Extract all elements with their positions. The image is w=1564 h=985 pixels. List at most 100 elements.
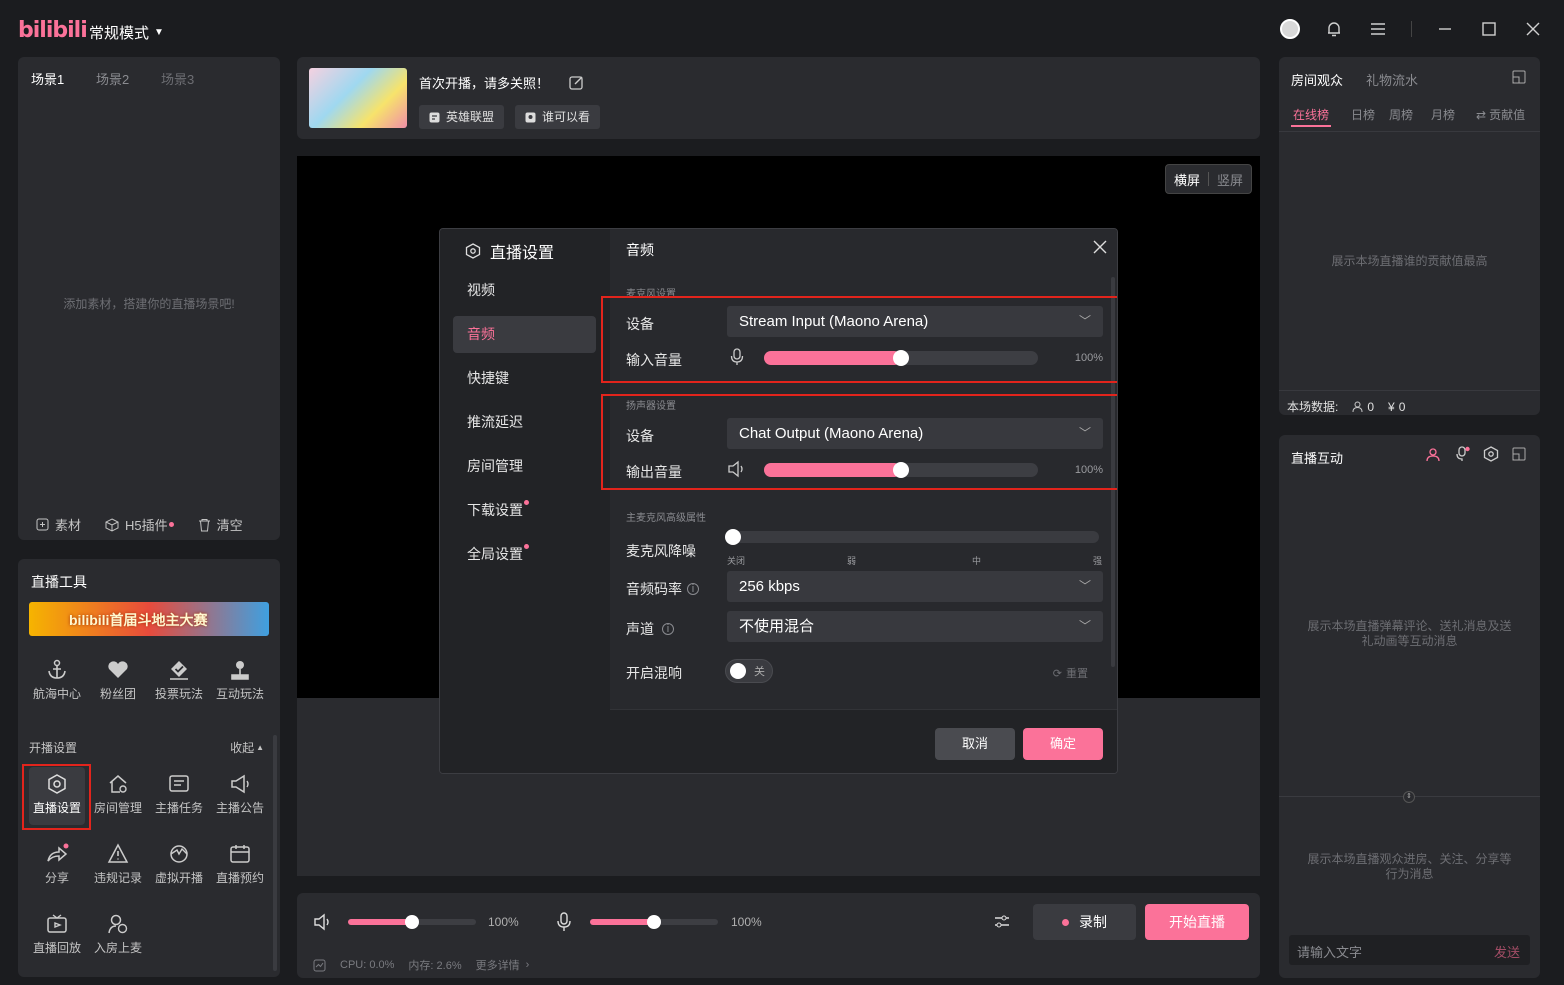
tool-label: 直播设置 [32,801,81,815]
speaker-icon[interactable] [313,913,333,931]
collapse-button[interactable]: 收起 ▲ [230,739,264,756]
send-button[interactable]: 发送 [1494,942,1520,961]
info-icon[interactable]: i [662,623,674,635]
nav-video[interactable]: 视频 [453,272,596,309]
subtab-weekly[interactable]: 周榜 [1389,106,1413,123]
more-details-link[interactable]: 更多详情 › [476,957,530,973]
reset-button[interactable]: ⟳ 重置 [1053,665,1088,681]
chevron-down-icon: ﹀ [1078,314,1091,328]
nav-global-settings[interactable]: 全局设置 [453,536,596,573]
tool-streamer-tasks[interactable]: 主播任务 [149,771,209,816]
tool-join-mic[interactable]: 入房上麦 [88,911,148,956]
mode-dropdown[interactable]: 常规模式 ▼ [89,22,164,43]
sparkle-user-icon[interactable] [1425,446,1441,462]
visibility-tag[interactable]: 谁可以看 [515,105,601,129]
tab-scene-3[interactable]: 场景3 [161,69,194,88]
nav-download-settings[interactable]: 下载设置 [453,492,596,529]
close-icon[interactable] [1093,240,1107,254]
info-icon[interactable]: i [687,583,699,595]
tool-room-manage[interactable]: 房间管理 [88,771,148,816]
caret-down-icon: ▼ [154,27,164,38]
activity-empty-hint: 展示本场直播观众进房、关注、分享等行为消息 [1307,852,1512,881]
caret-up-icon: ▲ [256,743,264,752]
h5-plugin-button[interactable]: H5插件 [105,515,174,534]
tool-live-settings[interactable]: 直播设置 [27,771,87,816]
game-tag-label: 英雄联盟 [446,110,495,124]
bitrate-select[interactable]: 256 kbps ﹀ [727,571,1103,602]
popout-icon[interactable] [1512,70,1526,84]
pane-header: 音频 [626,242,654,258]
tab-gift-flow[interactable]: 礼物流水 [1366,70,1418,89]
tool-interactive-play[interactable]: 互动玩法 [210,657,270,702]
tool-label: 房间管理 [93,801,142,815]
tab-room-audience[interactable]: 房间观众 [1291,70,1343,89]
anchor-icon [27,657,87,683]
output-volume-value: 100% [1074,464,1103,476]
interaction-toolbar [1425,446,1526,462]
revenue-value: 0 [1398,399,1406,414]
menu-icon[interactable] [1367,18,1389,40]
landscape-option[interactable]: 横屏 [1166,170,1208,189]
speaker-volume-slider[interactable] [348,915,476,929]
noise-suppression-slider[interactable] [725,529,1099,545]
slider-knob[interactable] [725,529,741,545]
tool-vote[interactable]: 投票玩法 [149,657,209,702]
tool-violation-record[interactable]: 违规记录 [88,841,148,886]
subtab-monthly[interactable]: 月榜 [1431,106,1455,123]
maximize-icon[interactable] [1478,18,1500,40]
record-button[interactable]: 录制 [1033,904,1136,940]
bitrate-value: 256 kbps [739,578,800,595]
microphone-icon[interactable] [556,912,572,932]
speaker-device-select[interactable]: Chat Output (Maono Arena) ﹀ [727,418,1103,449]
subtab-daily[interactable]: 日榜 [1351,106,1375,123]
confirm-button[interactable]: 确定 [1023,728,1103,760]
mic-device-select[interactable]: Stream Input (Maono Arena) ﹀ [727,306,1103,337]
mic-volume-slider[interactable] [590,915,718,929]
nav-stream-delay[interactable]: 推流延迟 [453,404,596,441]
nav-audio[interactable]: 音频 [453,316,596,353]
nav-label: 全局设置 [467,546,523,562]
chat-input-box[interactable]: 请输入文字 发送 [1289,935,1530,965]
clear-button[interactable]: 清空 [198,515,243,534]
warning-icon [88,841,148,867]
reverb-toggle[interactable]: 关 [725,659,773,683]
tool-fan-club[interactable]: 粉丝团 [88,657,148,702]
tool-virtual-live[interactable]: 虚拟开播 [149,841,209,886]
channel-select[interactable]: 不使用混合 ﹀ [727,611,1103,642]
portrait-option[interactable]: 竖屏 [1209,170,1251,189]
input-volume-slider[interactable] [764,350,1038,366]
nav-hotkeys[interactable]: 快捷键 [453,360,596,397]
add-material-button[interactable]: 素材 [36,515,81,534]
subtab-contribution[interactable]: ⇄ 贡献值 [1476,106,1525,123]
tool-live-reservation[interactable]: 直播预约 [210,841,270,886]
start-live-button[interactable]: 开始直播 [1145,904,1249,940]
stream-cover[interactable] [309,68,407,128]
tool-live-replay[interactable]: 直播回放 [27,911,87,956]
mixer-icon[interactable] [993,913,1011,931]
reset-label: 重置 [1066,668,1088,680]
event-banner[interactable]: bilibili首届斗地主大赛 [29,602,269,636]
minimize-icon[interactable] [1434,18,1456,40]
avatar[interactable] [1279,18,1301,40]
close-icon[interactable] [1522,18,1544,40]
tool-voyage-center[interactable]: 航海中心 [27,657,87,702]
subtab-online[interactable]: 在线榜 [1293,106,1329,123]
tab-scene-2[interactable]: 场景2 [96,69,129,88]
nav-room-manage[interactable]: 房间管理 [453,448,596,485]
tools-scrollbar[interactable] [273,735,277,971]
virtual-avatar-icon [149,841,209,867]
settings-hexagon-icon[interactable] [1483,446,1499,462]
edit-icon[interactable] [569,75,584,90]
resize-handle-icon[interactable]: ⇕ [1403,791,1415,803]
popout-icon[interactable] [1512,447,1526,461]
mic-request-icon[interactable] [1454,446,1470,462]
tool-announcement[interactable]: 主播公告 [210,771,270,816]
bell-icon[interactable] [1323,18,1345,40]
scene-panel: 场景1 场景2 场景3 添加素材，搭建你的直播场景吧! 素材 H5插件 清空 [18,57,280,540]
cancel-button[interactable]: 取消 [935,728,1015,760]
game-tag[interactable]: 英雄联盟 [419,105,505,129]
output-volume-slider[interactable] [764,462,1038,478]
toggle-state: 关 [754,666,765,678]
tab-scene-1[interactable]: 场景1 [31,69,64,88]
tool-share[interactable]: 分享 [27,841,87,886]
